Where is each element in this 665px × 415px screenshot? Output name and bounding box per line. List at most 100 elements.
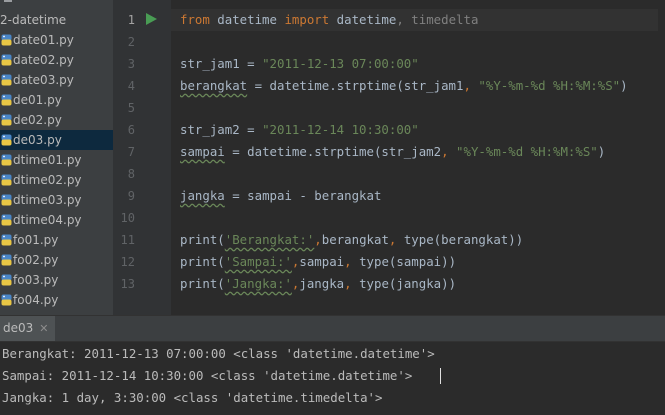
python-file-icon — [1, 134, 12, 146]
variable: sampai — [180, 144, 225, 159]
file-name: dtime03.py — [13, 193, 82, 207]
comma: , — [344, 276, 360, 291]
line-number: 13 — [120, 277, 135, 291]
code-line-9[interactable]: jangka = sampai - berangkat — [180, 185, 381, 207]
string-literal: 'Jangka:' — [224, 276, 292, 291]
python-file-icon — [1, 114, 12, 126]
type-call: type(jangka)) — [359, 276, 457, 291]
call: = datetime.strptime(str_jam2 — [224, 144, 442, 159]
line-number: 8 — [127, 167, 135, 181]
call: = datetime.strptime(str_jam1 — [247, 78, 464, 93]
string-literal: 'Sampai:' — [224, 254, 292, 269]
editor-scrollbar[interactable] — [658, 0, 665, 315]
variable: jangka — [299, 276, 345, 291]
type-call: type(sampai)) — [359, 254, 457, 269]
close-icon[interactable]: ✕ — [39, 322, 48, 335]
python-file-icon — [1, 294, 12, 306]
string-literal: "2011-12-13 07:00:00" — [262, 56, 419, 71]
tree-item-file[interactable]: fo04.py — [0, 290, 113, 310]
assignment: str_jam2 = — [180, 122, 263, 137]
line-number: 1 — [127, 13, 135, 27]
code-line-1[interactable]: from datetime import datetime, timedelta — [180, 9, 478, 31]
line-number: 7 — [127, 145, 135, 159]
import-names: datetime — [329, 12, 397, 27]
line-number: 2 — [127, 35, 135, 49]
tree-item-file[interactable]: dtime03.py — [0, 190, 113, 210]
text-cursor — [440, 368, 441, 384]
line-number: 5 — [127, 101, 135, 115]
file-name: fo03.py — [13, 273, 59, 287]
tree-item-file[interactable]: date03.py — [0, 70, 113, 90]
file-name: date01.py — [13, 33, 74, 47]
line-number: 12 — [120, 255, 135, 269]
tree-item-file[interactable]: fo01.py — [0, 230, 113, 250]
code-line-6[interactable]: str_jam2 = "2011-12-14 10:30:00" — [180, 119, 419, 141]
file-name: de03.py — [13, 133, 62, 147]
output-line-2: Sampai: 2011-12-14 10:30:00 <class 'date… — [2, 368, 413, 383]
python-file-icon — [1, 174, 12, 186]
variable: berangkat — [180, 78, 248, 93]
tree-item-file[interactable]: de02.py — [0, 110, 113, 130]
tree-folder-label[interactable]: 2-datetime — [0, 11, 66, 29]
output-line-1: Berangkat: 2011-12-13 07:00:00 <class 'd… — [2, 346, 435, 361]
tree-item-file[interactable]: fo02.py — [0, 250, 113, 270]
file-name: de01.py — [13, 93, 62, 107]
tree-toolbar — [0, 0, 113, 5]
line-number: 9 — [127, 189, 135, 203]
print-call: print( — [180, 232, 225, 247]
comma: , — [388, 232, 404, 247]
file-name: date02.py — [13, 53, 74, 67]
project-tree: 2-datetime date01.py date02.py date03.py de… — [0, 0, 113, 315]
print-call: print( — [180, 254, 225, 269]
string-literal: "2011-12-14 10:30:00" — [262, 122, 419, 137]
tree-item-file[interactable]: date01.py — [0, 30, 113, 50]
tree-item-file[interactable]: dtime01.py — [0, 150, 113, 170]
file-name: fo02.py — [13, 253, 59, 267]
code-line-11[interactable]: print('Berangkat:',berangkat, type(beran… — [180, 229, 523, 251]
file-name: dtime04.py — [13, 213, 82, 227]
tree-item-file[interactable]: date02.py — [0, 50, 113, 70]
output-line-3: Jangka: 1 day, 3:30:00 <class 'datetime.… — [2, 390, 383, 405]
tree-item-file[interactable]: fo03.py — [0, 270, 113, 290]
tree-item-file[interactable]: dtime04.py — [0, 210, 113, 230]
variable: sampai — [299, 254, 345, 269]
line-number: 11 — [120, 233, 135, 247]
tree-item-file[interactable]: de01.py — [0, 90, 113, 110]
python-file-icon — [1, 94, 12, 106]
code-line-3[interactable]: str_jam1 = "2011-12-13 07:00:00" — [180, 53, 419, 75]
python-file-icon — [1, 274, 12, 286]
unused-import: , timedelta — [396, 12, 479, 27]
paren: ) — [620, 78, 628, 93]
python-file-icon — [1, 214, 12, 226]
python-file-icon — [1, 54, 12, 66]
variable: berangkat — [321, 232, 389, 247]
string-literal: 'Berangkat:' — [224, 232, 315, 247]
file-name: de02.py — [13, 113, 62, 127]
comma: , — [344, 254, 360, 269]
code-line-12[interactable]: print('Sampai:',sampai, type(sampai)) — [180, 251, 456, 273]
code-line-7[interactable]: sampai = datetime.strptime(str_jam2, "%Y… — [180, 141, 605, 163]
file-name: date03.py — [13, 73, 74, 87]
run-tab-de03[interactable]: de03 ✕ — [0, 316, 55, 341]
run-tab-bar: de03 ✕ — [0, 315, 665, 342]
file-name: dtime02.py — [13, 173, 82, 187]
python-file-icon — [1, 234, 12, 246]
python-file-icon — [1, 34, 12, 46]
paren: ) — [597, 144, 606, 159]
line-number: 4 — [127, 79, 135, 93]
code-line-4[interactable]: berangkat = datetime.strptime(str_jam1, … — [180, 75, 628, 97]
run-panel: de03 ✕ Berangkat: 2011-12-13 07:00:00 <cl… — [0, 315, 665, 415]
line-number: 6 — [127, 123, 135, 137]
python-file-icon — [1, 254, 12, 266]
run-icon[interactable] — [146, 13, 157, 25]
code-editor[interactable]: from datetime import datetime, timedelta… — [171, 0, 665, 315]
tree-item-file[interactable]: dtime02.py — [0, 170, 113, 190]
python-file-icon — [1, 194, 12, 206]
ide-window: 2-datetime date01.py date02.py date03.py de… — [0, 0, 665, 415]
code-line-13[interactable]: print('Jangka:',jangka, type(jangka)) — [180, 273, 456, 295]
line-number: 10 — [120, 211, 135, 225]
python-file-icon — [1, 154, 12, 166]
module-name: datetime — [209, 12, 285, 27]
keyword-from: from — [180, 12, 210, 27]
tree-item-file[interactable]: de03.py — [0, 130, 113, 150]
